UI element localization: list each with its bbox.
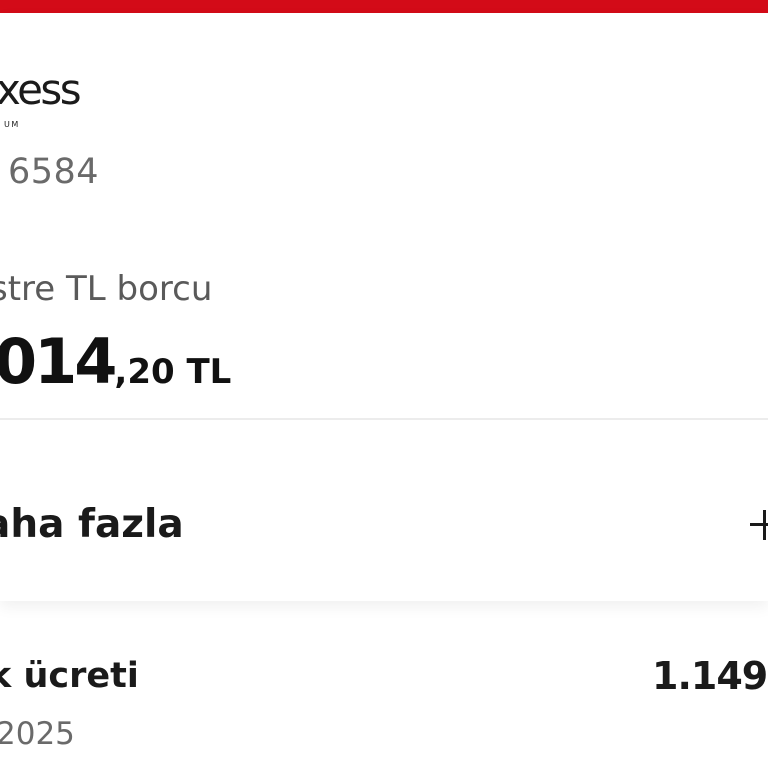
transaction-date: 2025 (0, 716, 75, 752)
debt-amount-integer: 014 (0, 325, 117, 398)
card-detail-screen: xess UM 6584 stre TL borcu 014,20 TL aha… (0, 0, 768, 768)
card-summary: xess UM 6584 stre TL borcu 014,20 TL aha… (0, 13, 768, 601)
card-brand-subtext: UM (4, 120, 20, 129)
card-number-tail: 6584 (8, 152, 100, 192)
transaction-title: k ücreti (0, 656, 139, 696)
plus-icon[interactable] (750, 510, 768, 540)
debt-amount-fraction: ,20 TL (114, 352, 232, 392)
statement-debt-amount: 014,20 TL (0, 331, 231, 393)
statement-debt-label: stre TL borcu (0, 269, 213, 309)
show-more-label: aha fazla (0, 502, 184, 547)
show-more-row[interactable]: aha fazla (0, 433, 768, 603)
top-red-bar (0, 0, 768, 13)
section-divider (0, 418, 768, 420)
transaction-list: k ücreti 1.149, 2025 (0, 601, 768, 768)
transaction-amount: 1.149, (652, 654, 768, 698)
card-brand-logo: xess (0, 65, 82, 114)
